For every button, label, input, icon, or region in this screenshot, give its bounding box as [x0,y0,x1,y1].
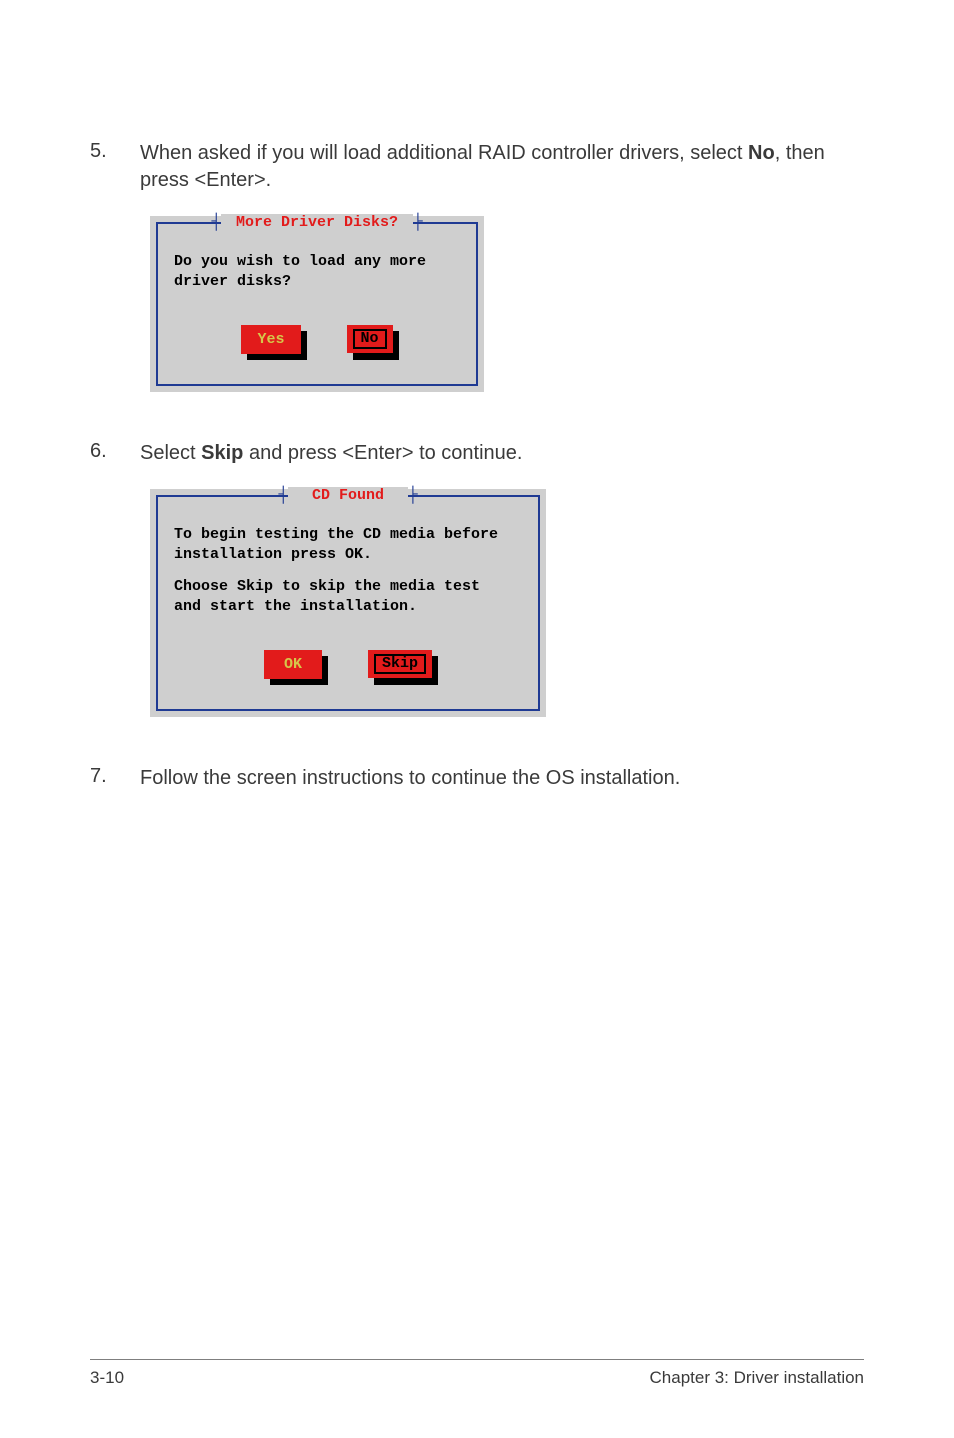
step-6-post: and press <Enter> to continue. [243,442,522,464]
cd-found-dialog: ┤ CD Found ├ To begin testing the CD med… [150,489,864,717]
dialog1-body: Do you wish to load any more driver disk… [174,252,460,293]
step-7: 7. Follow the screen instructions to con… [90,765,864,792]
frame-tick-left: ┤ [211,213,221,231]
step-5-text: When asked if you will load additional R… [140,140,864,194]
frame2-tick-left: ┤ [278,486,288,504]
step-7-number: 7. [90,765,140,792]
step-5: 5. When asked if you will load additiona… [90,140,864,194]
footer-page-number: 3-10 [90,1368,124,1388]
ok-button[interactable]: OK [264,650,322,679]
dialog2-para1: To begin testing the CD media before ins… [174,525,522,566]
dialog2-para2: Choose Skip to skip the media test and s… [174,577,522,618]
ok-button-label: OK [264,650,322,679]
more-driver-disks-dialog: ┤ More Driver Disks? ├ Do you wish to lo… [150,216,864,392]
page-footer: 3-10 Chapter 3: Driver installation [90,1359,864,1388]
step-5-pre: When asked if you will load additional R… [140,142,748,164]
step-6: 6. Select Skip and press <Enter> to cont… [90,440,864,467]
step-6-text: Select Skip and press <Enter> to continu… [140,440,864,467]
frame-tick-right: ├ [413,213,423,231]
step-6-bold: Skip [201,442,243,464]
dialog1-title: More Driver Disks? [221,214,413,231]
step-5-number: 5. [90,140,140,194]
yes-button-label: Yes [241,325,300,354]
skip-button[interactable]: Skip [368,650,432,679]
step-7-text: Follow the screen instructions to contin… [140,765,864,792]
step-6-pre: Select [140,442,201,464]
no-button[interactable]: No [347,325,393,354]
footer-chapter: Chapter 3: Driver installation [650,1368,864,1388]
frame2-tick-right: ├ [408,486,418,504]
skip-button-label: Skip [374,654,426,675]
step-5-bold: No [748,142,775,164]
no-button-label: No [353,329,387,350]
footer-rule [90,1359,864,1360]
step-6-number: 6. [90,440,140,467]
yes-button[interactable]: Yes [241,325,300,354]
dialog2-title: CD Found [288,487,408,504]
